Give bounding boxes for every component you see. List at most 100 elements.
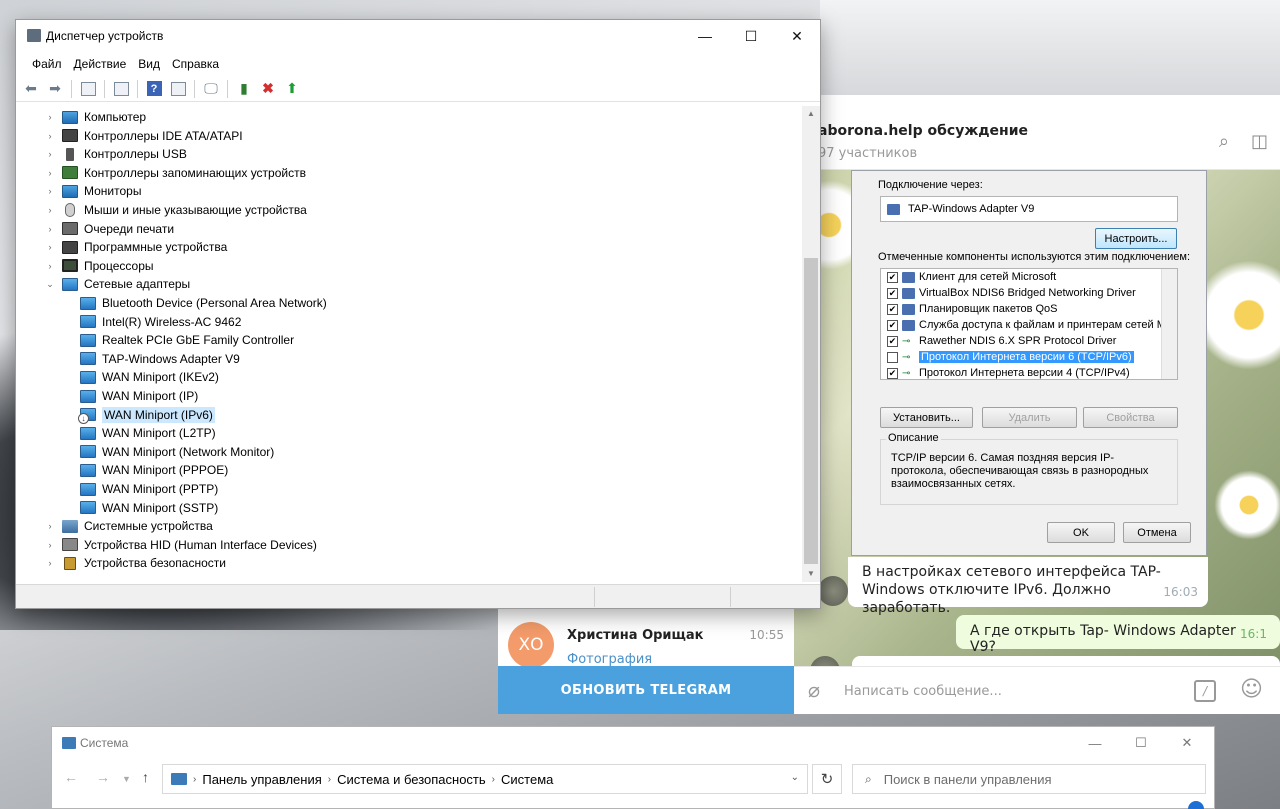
uninstall-device-icon[interactable]: ✖ [257, 78, 279, 100]
device-item[interactable]: Intel(R) Wireless-AC 9462 [80, 313, 241, 331]
component-row: ✔ ⊸ Rawether NDIS 6.X SPR Protocol Driver [881, 333, 1177, 349]
help-icon[interactable]: ? [143, 78, 165, 100]
close-button[interactable]: ✕ [774, 20, 820, 52]
device-category[interactable]: › Устройства безопасности [44, 554, 226, 572]
close-button[interactable]: ✕ [1164, 729, 1210, 757]
message-composer: ⌀ / ☺ [794, 666, 1280, 714]
attach-icon[interactable]: ⌀ [808, 678, 820, 702]
message-input[interactable] [844, 681, 1174, 701]
device-category[interactable]: › Очереди печати [44, 220, 175, 238]
breadcrumb-system[interactable]: Система [501, 772, 553, 787]
device-item[interactable]: WAN Miniport (SSTP) [80, 499, 218, 517]
device-category[interactable]: › Мониторы [44, 182, 142, 200]
expand-arrow-icon[interactable]: › [44, 205, 56, 215]
device-category[interactable]: › Контроллеры USB [44, 145, 187, 163]
scroll-thumb[interactable] [804, 258, 818, 564]
device-category[interactable]: ⌄ Сетевые адаптеры [44, 275, 190, 293]
expand-arrow-icon[interactable]: › [44, 186, 56, 196]
device-item[interactable]: WAN Miniport (Network Monitor) [80, 443, 274, 461]
emoji-icon[interactable]: ☺ [1240, 677, 1263, 702]
bot-commands-icon[interactable]: / [1194, 680, 1216, 702]
menu-action[interactable]: Действие [68, 54, 133, 74]
expand-arrow-icon[interactable]: › [44, 261, 56, 271]
maximize-button[interactable]: ☐ [1118, 729, 1164, 757]
device-tree: › Компьютер › Контроллеры IDE ATA/ATAPI › Кон… [16, 106, 802, 582]
contact-avatar: ХО [508, 622, 554, 668]
components-label: Отмеченные компоненты используются этим … [878, 251, 1191, 263]
device-item[interactable]: Realtek PCIe GbE Family Controller [80, 331, 294, 349]
ok-button: OK [1047, 522, 1115, 543]
expand-arrow-icon[interactable]: › [44, 242, 56, 252]
outgoing-message[interactable]: А где открыть Tap- Windows Adapter V9? 1… [956, 615, 1280, 655]
back-arrow-icon[interactable]: ← [64, 769, 78, 785]
device-item[interactable]: Bluetooth Device (Personal Area Network) [80, 294, 327, 312]
expand-arrow-icon[interactable]: › [44, 112, 56, 122]
forward-arrow-icon[interactable]: ➡ [44, 78, 66, 100]
search-icon: ⌕ [865, 771, 872, 786]
device-category[interactable]: › Программные устройства [44, 238, 228, 256]
device-item[interactable]: WAN Miniport (IP) [80, 387, 198, 405]
search-input[interactable] [883, 771, 1184, 787]
device-category[interactable]: › Устройства HID (Human Interface Devices… [44, 536, 317, 554]
minimize-button[interactable]: — [682, 20, 728, 52]
device-item[interactable]: WAN Miniport (PPTP) [80, 480, 218, 498]
expand-arrow-icon[interactable]: › [44, 558, 56, 568]
device-item[interactable]: WAN Miniport (L2TP) [80, 424, 216, 442]
address-dropdown-icon[interactable]: ⌄ [791, 772, 799, 783]
menu-help[interactable]: Справка [166, 54, 225, 74]
component-checkbox: ✔ [887, 303, 898, 315]
scroll-up-icon[interactable]: ▲ [802, 106, 820, 122]
show-action-pane-icon[interactable] [167, 78, 189, 100]
show-hide-console-tree-icon[interactable] [77, 78, 99, 100]
device-category[interactable]: › Системные устройства [44, 517, 213, 535]
address-bar[interactable]: › Панель управления › Система и безопасн… [162, 764, 808, 794]
minimize-button[interactable]: — [1072, 729, 1118, 757]
device-category[interactable]: › Компьютер [44, 108, 147, 126]
collapse-arrow-icon[interactable]: ⌄ [44, 279, 56, 290]
help-icon[interactable] [1188, 801, 1204, 809]
shared-screenshot-image[interactable]: Подключение через: TAP-Windows Adapter V… [851, 170, 1207, 556]
sender-avatar[interactable] [818, 576, 848, 606]
expand-arrow-icon[interactable]: › [44, 540, 56, 550]
expand-arrow-icon[interactable]: › [44, 521, 56, 531]
incoming-message[interactable]: В настройках сетевого интерфейса TAP-Win… [848, 557, 1208, 616]
update-telegram-button[interactable]: ОБНОВИТЬ TELEGRAM [498, 666, 794, 714]
device-category[interactable]: › Контроллеры IDE ATA/ATAPI [44, 127, 243, 145]
expand-arrow-icon[interactable]: › [44, 149, 56, 159]
device-item[interactable]: WAN Miniport (PPPOE) [80, 461, 228, 479]
scan-hardware-icon[interactable]: 🖵 [200, 78, 222, 100]
device-category[interactable]: › Процессоры [44, 257, 154, 275]
device-label: WAN Miniport (PPPOE) [102, 463, 229, 478]
menu-file[interactable]: Файл [26, 54, 68, 74]
expand-arrow-icon[interactable]: › [44, 131, 56, 141]
maximize-button[interactable]: ☐ [728, 20, 774, 52]
search-icon[interactable]: ⌕ [1219, 131, 1229, 152]
sidebar-toggle-icon[interactable]: ◫ [1251, 131, 1268, 152]
forward-arrow-icon[interactable]: → [96, 769, 110, 785]
device-category[interactable]: › Контроллеры запоминающих устройств [44, 164, 306, 182]
expand-arrow-icon[interactable]: › [44, 224, 56, 234]
chat-title[interactable]: aborona.help обсуждение [818, 123, 1028, 139]
refresh-icon[interactable]: ↻ [812, 764, 842, 794]
device-category[interactable]: › Мыши и иные указывающие устройства [44, 201, 307, 219]
up-arrow-icon[interactable]: ↑ [142, 769, 149, 785]
expand-arrow-icon[interactable]: › [44, 168, 56, 178]
scroll-down-icon[interactable]: ▼ [802, 566, 820, 582]
properties-icon[interactable] [110, 78, 132, 100]
update-driver-icon[interactable]: ▮ [233, 78, 255, 100]
menu-view[interactable]: Вид [132, 54, 166, 74]
tree-scrollbar[interactable]: ▲ ▼ [802, 106, 820, 582]
chat-list-item[interactable]: ХО Христина Орищак 10:55 Фотография [498, 614, 794, 668]
breadcrumb-control-panel[interactable]: Панель управления [202, 772, 321, 787]
device-item[interactable]: WAN Miniport (IPv6) [78, 406, 215, 425]
recent-locations-icon[interactable]: ▼ [122, 774, 131, 784]
title-bar[interactable]: Диспетчер устройств — ☐ ✕ [16, 20, 820, 52]
device-item[interactable]: TAP-Windows Adapter V9 [80, 350, 240, 368]
printer-icon [62, 222, 78, 236]
storage-controller-icon [62, 166, 78, 180]
enable-device-icon[interactable]: ⬆ [281, 78, 303, 100]
component-label: Клиент для сетей Microsoft [919, 271, 1057, 283]
breadcrumb-system-security[interactable]: Система и безопасность [337, 772, 486, 787]
device-item[interactable]: WAN Miniport (IKEv2) [80, 368, 219, 386]
back-arrow-icon[interactable]: ⬅ [20, 78, 42, 100]
